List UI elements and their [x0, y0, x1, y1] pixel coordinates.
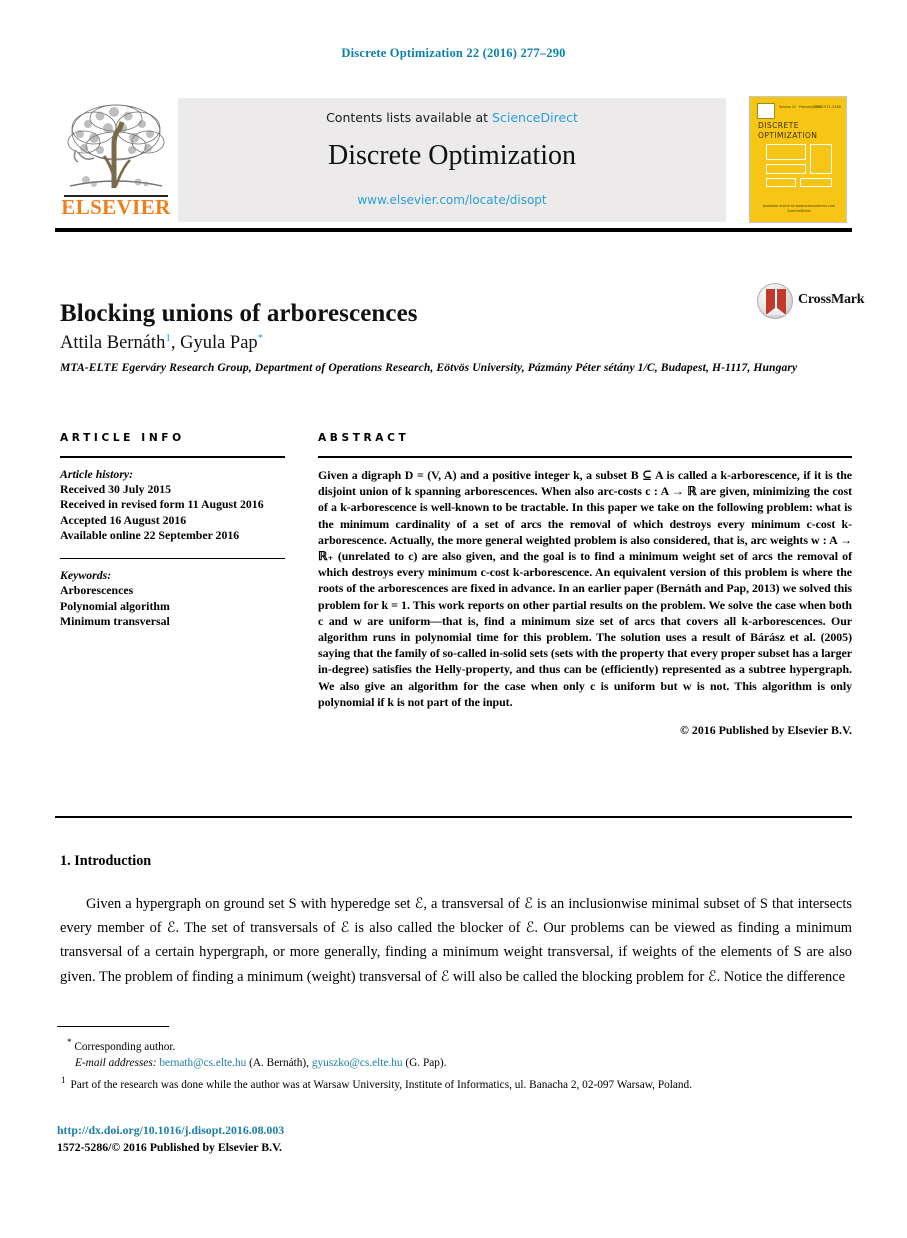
email-owner-1: (A. Bernáth),: [249, 1057, 310, 1070]
abstract-body: Given a digraph D = (V, A) and a positiv…: [318, 468, 852, 709]
elsevier-logo: ELSEVIER: [60, 96, 172, 224]
keyword-item: Polynomial algorithm: [60, 598, 170, 613]
footnote-emails: E-mail addresses: bernath@cs.elte.hu (A.…: [57, 1055, 852, 1071]
section-1-heading: 1. Introduction: [60, 853, 152, 869]
masthead-divider: [55, 228, 852, 232]
crossmark-circle-icon: [757, 283, 793, 319]
history-line: Available online 22 September 2016: [60, 528, 240, 543]
doi-link[interactable]: http://dx.doi.org/10.1016/j.disopt.2016.…: [57, 1122, 284, 1139]
running-head: Discrete Optimization 22 (2016) 277–290: [341, 46, 566, 60]
cover-footer-brand: ScienceDirect: [787, 209, 811, 213]
elsevier-tree-icon: [64, 98, 168, 196]
email-link-pap[interactable]: gyuszko@cs.elte.hu: [312, 1057, 403, 1069]
cover-elsevier-logo-icon: [757, 103, 775, 119]
contents-prefix: Contents lists available at: [326, 110, 493, 125]
page-footer: http://dx.doi.org/10.1016/j.disopt.2016.…: [57, 1122, 284, 1156]
keywords-list: Arborescences Polynomial algorithm Minim…: [60, 583, 285, 630]
keywords-label: Keywords:: [60, 568, 112, 583]
footnote-star-marker: *: [67, 1037, 72, 1047]
article-info-column: ARTICLE INFO Article history: Received 3…: [60, 432, 285, 630]
author-separator: ,: [170, 333, 181, 354]
cover-issn-line: ISSN 1572-5286: [812, 105, 841, 109]
footnote-rule: [57, 1026, 169, 1028]
article-info-rule: [60, 456, 285, 458]
cover-title: DISCRETE OPTIMIZATION: [758, 121, 818, 140]
footnote-area: * Corresponding author. E-mail addresses…: [57, 1034, 852, 1093]
section-1-paragraph: Given a hypergraph on ground set S with …: [60, 896, 852, 985]
abstract-rule: [318, 456, 852, 458]
abstract-copyright: © 2016 Published by Elsevier B.V.: [680, 723, 852, 738]
email-owner-2: (G. Pap).: [405, 1057, 447, 1070]
journal-cover-thumbnail[interactable]: Volume 22 · February 2016 ISSN 1572-5286…: [749, 96, 847, 223]
footnote-corresponding-author: * Corresponding author.: [57, 1034, 852, 1055]
elsevier-wordmark: ELSEVIER: [61, 195, 171, 219]
journal-band: Contents lists available at ScienceDirec…: [178, 98, 726, 222]
article-info-heading: ARTICLE INFO: [60, 432, 185, 444]
journal-masthead: ELSEVIER Contents lists available at Sci…: [60, 96, 847, 224]
cover-graphic: [766, 144, 832, 187]
history-line: Received in revised form 11 August 2016: [60, 497, 264, 512]
email-link-bernath[interactable]: bernath@cs.elte.hu: [159, 1057, 246, 1069]
paper-page: Discrete Optimization 22 (2016) 277–290: [0, 0, 907, 1238]
section-divider: [55, 816, 852, 818]
crossmark-badge[interactable]: CrossMark: [757, 283, 865, 321]
abstract-heading: ABSTRACT: [318, 432, 410, 444]
abstract-column: ABSTRACT Given a digraph D = (V, A) and …: [318, 432, 852, 738]
author-2-name: Gyula Pap: [180, 333, 258, 354]
contents-available-line: Contents lists available at ScienceDirec…: [178, 110, 726, 125]
footnote-one-marker: 1: [61, 1074, 66, 1085]
footnote-corresponding-text: Corresponding author.: [74, 1040, 176, 1053]
article-history-label: Article history:: [60, 466, 134, 481]
journal-title: Discrete Optimization: [327, 140, 577, 171]
crossmark-label: CrossMark: [798, 292, 865, 307]
page-title: Blocking unions of arborescences: [60, 299, 418, 327]
journal-homepage-link[interactable]: www.elsevier.com/locate/disopt: [178, 193, 726, 207]
keyword-item: Arborescences: [60, 583, 134, 598]
issn-copyright-line: 1572-5286/© 2016 Published by Elsevier B…: [57, 1140, 283, 1154]
history-line: Received 30 July 2015: [60, 481, 172, 496]
email-addresses-label: E-mail addresses:: [75, 1057, 157, 1070]
keywords-rule: [60, 557, 285, 560]
article-history-lines: Received 30 July 2015 Received in revise…: [60, 482, 285, 544]
keyword-item: Minimum transversal: [60, 614, 170, 629]
footnote-note-1-text: Part of the research was done while the …: [70, 1078, 693, 1091]
cover-footer: Available online at www.sciencedirect.co…: [750, 204, 846, 214]
crossmark-book-spine: [775, 289, 777, 311]
history-line: Accepted 16 August 2016: [60, 512, 187, 527]
sciencedirect-link[interactable]: ScienceDirect: [492, 110, 578, 125]
author-1-name: Attila Bernáth: [60, 333, 166, 354]
affiliation: MTA-ELTE Egerváry Research Group, Depart…: [60, 361, 798, 374]
footnote-note-1: 1 Part of the research was done while the…: [57, 1072, 852, 1093]
author-2-footnote-marker[interactable]: *: [258, 332, 264, 344]
author-list: Attila Bernáth1, Gyula Pap*: [60, 332, 263, 354]
